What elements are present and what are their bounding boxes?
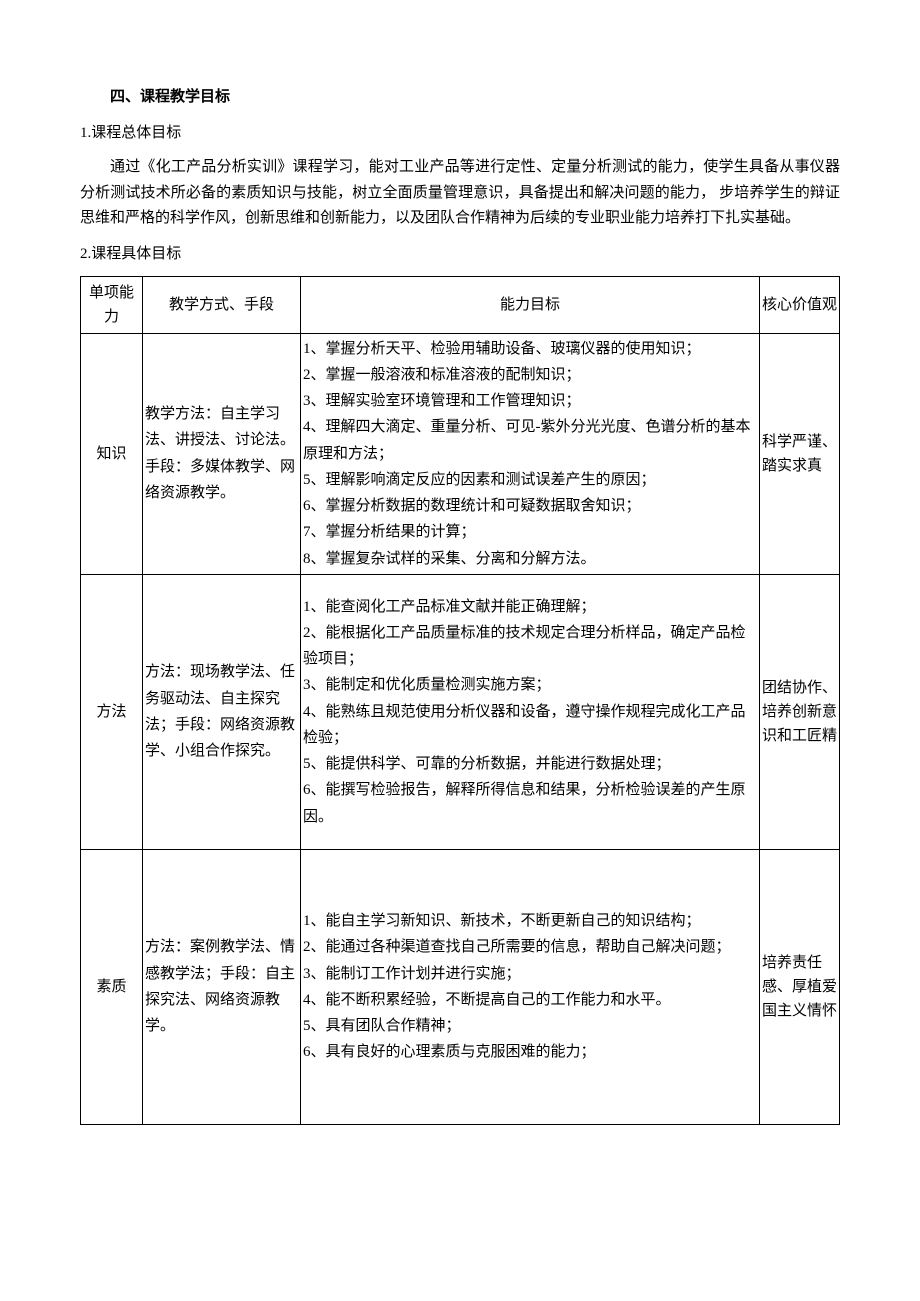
subsection-1-heading: 1.课程总体目标 [80,121,840,145]
goal-item: 3、能制定和优化质量检测实施方案； [303,672,757,698]
goal-item: 5、具有团队合作精神； [303,1013,757,1039]
goal-item: 2、掌握一般溶液和标准溶液的配制知识； [303,362,757,388]
goal-item: 1、能自主学习新知识、新技术，不断更新自己的知识结构； [303,908,757,934]
table-header-row: 单项能力 教学方式、手段 能力目标 核心价值观 [81,276,840,333]
goal-item: 3、能制订工作计划并进行实施； [303,961,757,987]
section-heading: 四、课程教学目标 [110,85,840,109]
col-header-ability: 单项能力 [81,276,143,333]
goal-cell: 1、能查阅化工产品标准文献并能正确理解； 2、能根据化工产品质量标准的技术规定合… [301,574,760,849]
subsection-2-title: 课程具体目标 [91,246,181,262]
goal-item: 4、能熟练且规范使用分析仪器和设备，遵守操作规程完成化工产品检验； [303,699,757,752]
method-cell: 方法：案例教学法、情感教学法；手段：自主探究法、网络资源教学。 [143,849,301,1124]
table-row: 素质 方法：案例教学法、情感教学法；手段：自主探究法、网络资源教学。 1、能自主… [81,849,840,1124]
overall-goal-paragraph: 通过《化工产品分析实训》课程学习，能对工业产品等进行定性、定量分析测试的能力，使… [80,155,840,232]
goal-item: 2、能通过各种渠道查找自己所需要的信息，帮助自己解决问题； [303,934,757,960]
method-cell: 方法：现场教学法、任务驱动法、自主探究法；手段：网络资源教学、小组合作探究。 [143,574,301,849]
goal-cell: 1、能自主学习新知识、新技术，不断更新自己的知识结构； 2、能通过各种渠道查找自… [301,849,760,1124]
subsection-1-title: 课程总体目标 [91,125,181,141]
goal-item: 6、具有良好的心理素质与克服困难的能力； [303,1039,757,1065]
goal-item: 6、掌握分析数据的数理统计和可疑数据取舍知识； [303,493,757,519]
value-cell: 科学严谨、踏实求真 [760,333,840,574]
table-row: 知识 教学方法：自主学习法、讲授法、讨论法。手段：多媒体教学、网络资源教学。 1… [81,333,840,574]
value-cell: 团结协作、培养创新意识和工匠精 [760,574,840,849]
subsection-2-heading: 2.课程具体目标 [80,242,840,266]
goals-table: 单项能力 教学方式、手段 能力目标 核心价值观 知识 教学方法：自主学习法、讲授… [80,276,840,1125]
table-row: 方法 方法：现场教学法、任务驱动法、自主探究法；手段：网络资源教学、小组合作探究… [81,574,840,849]
col-header-method: 教学方式、手段 [143,276,301,333]
method-cell: 教学方法：自主学习法、讲授法、讨论法。手段：多媒体教学、网络资源教学。 [143,333,301,574]
col-header-goal: 能力目标 [301,276,760,333]
category-cell: 素质 [81,849,143,1124]
category-cell: 方法 [81,574,143,849]
goal-item: 5、理解影响滴定反应的因素和测试误差产生的原因； [303,467,757,493]
goal-cell: 1、掌握分析天平、检验用辅助设备、玻璃仪器的使用知识； 2、掌握一般溶液和标准溶… [301,333,760,574]
goal-item: 1、能查阅化工产品标准文献并能正确理解； [303,594,757,620]
subsection-1-number: 1. [80,125,91,141]
col-header-value: 核心价值观 [760,276,840,333]
goal-item: 2、能根据化工产品质量标准的技术规定合理分析样品，确定产品检验项目； [303,620,757,673]
goal-item: 1、掌握分析天平、检验用辅助设备、玻璃仪器的使用知识； [303,336,757,362]
value-cell: 培养责任感、厚植爱国主义情怀 [760,849,840,1124]
goal-item: 8、掌握复杂试样的采集、分离和分解方法。 [303,546,757,572]
goal-item: 5、能提供科学、可靠的分析数据，并能进行数据处理； [303,751,757,777]
page-container: 四、课程教学目标 1.课程总体目标 通过《化工产品分析实训》课程学习，能对工业产… [0,0,920,1185]
category-cell: 知识 [81,333,143,574]
subsection-2-number: 2. [80,246,91,262]
goal-item: 3、理解实验室环境管理和工作管理知识； [303,388,757,414]
goal-item: 4、理解四大滴定、重量分析、可见-紫外分光光度、色谱分析的基本原理和方法； [303,414,757,467]
goal-item: 7、掌握分析结果的计算； [303,519,757,545]
goal-item: 4、能不断积累经验，不断提高自己的工作能力和水平。 [303,987,757,1013]
goal-item: 6、能撰写检验报告，解释所得信息和结果，分析检验误差的产生原因。 [303,777,757,830]
